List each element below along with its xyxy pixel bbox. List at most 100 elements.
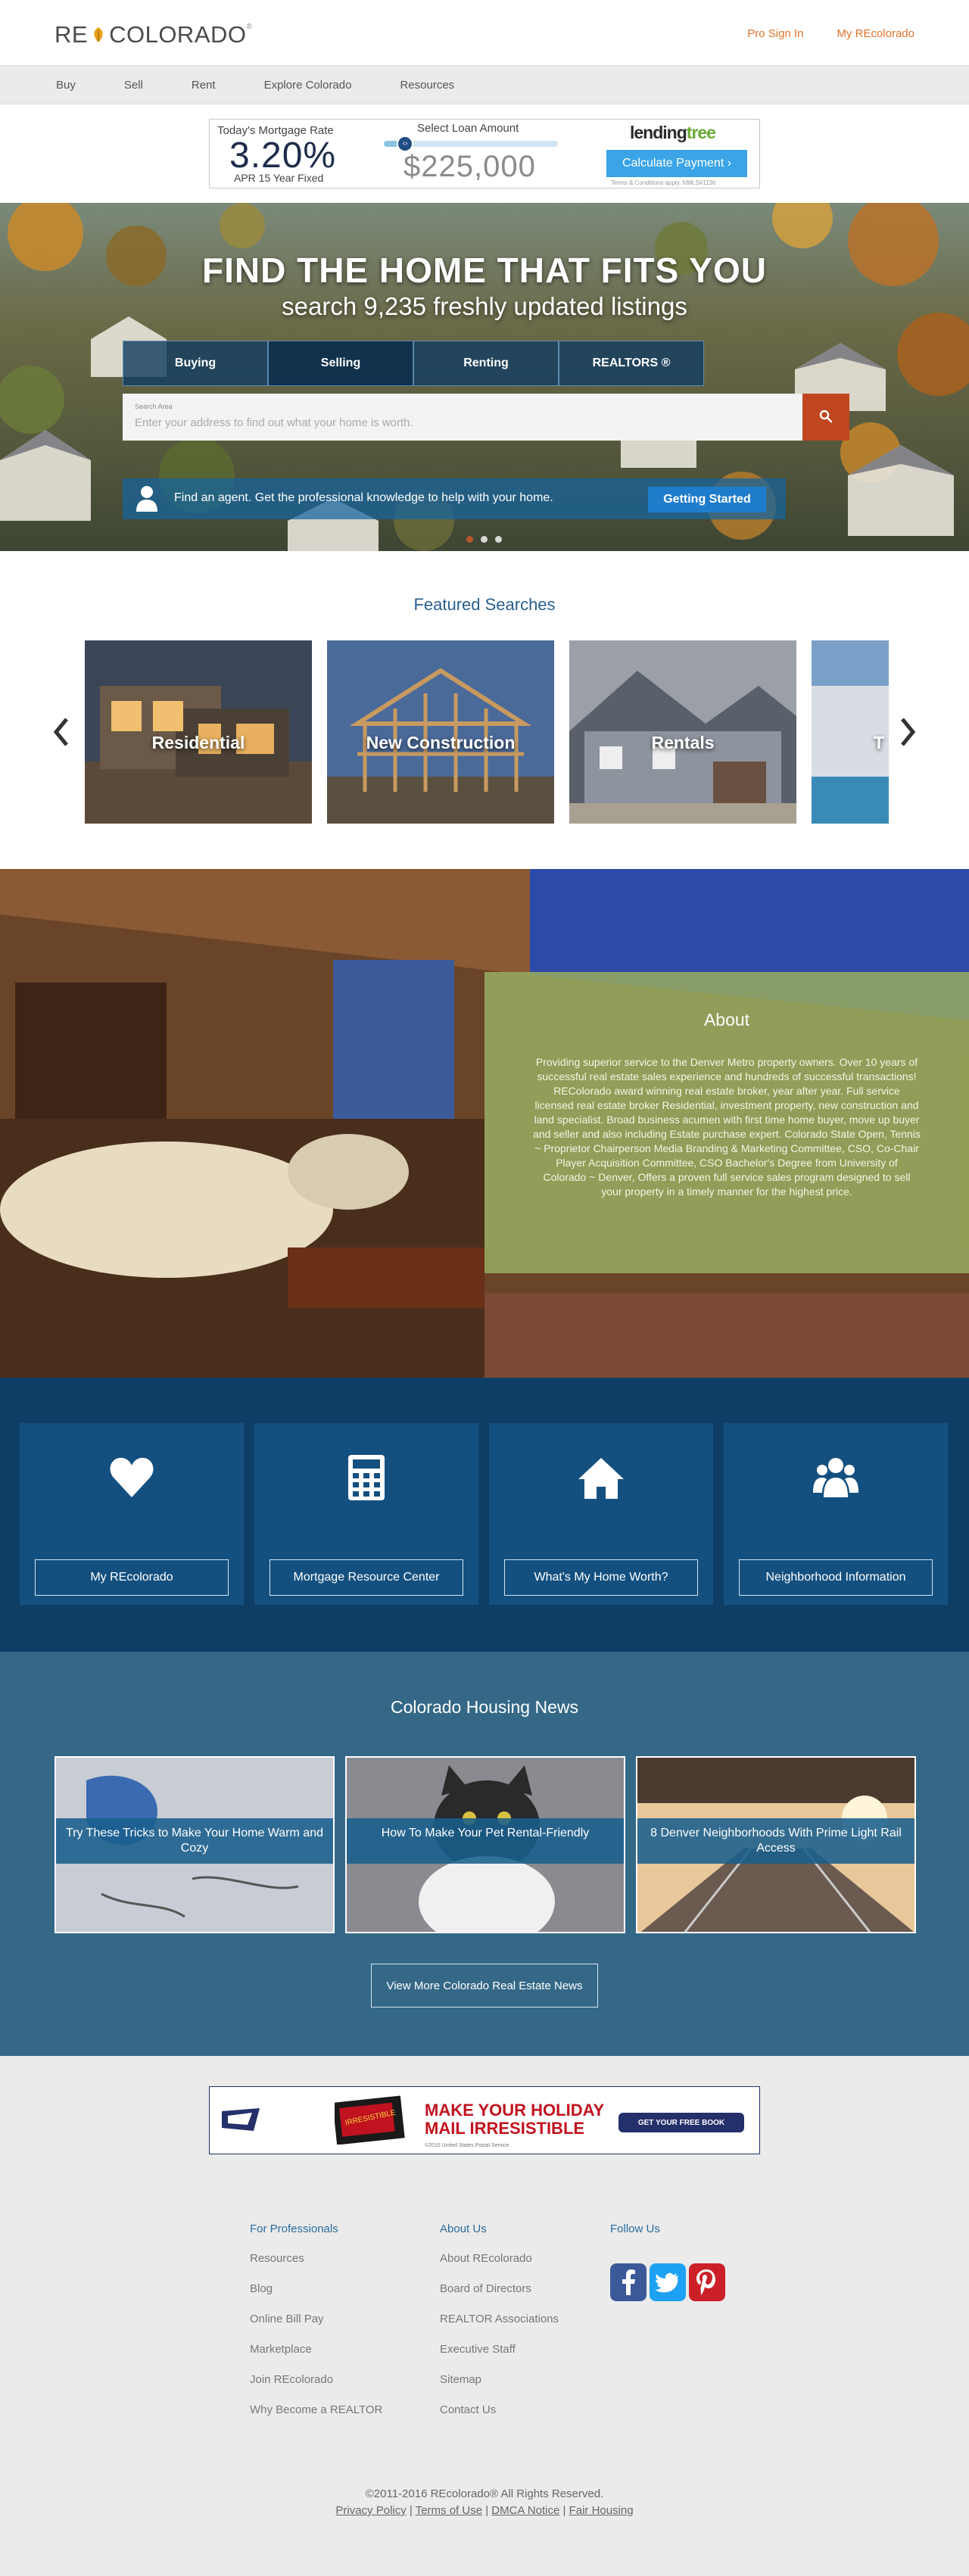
calculator-icon: [348, 1455, 385, 1500]
footer-link-resources[interactable]: Resources: [250, 2252, 382, 2282]
whats-my-home-worth-button[interactable]: What's My Home Worth?: [504, 1559, 698, 1596]
person-icon: [136, 486, 157, 512]
people-icon: [813, 1458, 858, 1497]
footer-link-become-realtor[interactable]: Why Become a REALTOR: [250, 2403, 382, 2434]
tab-selling[interactable]: Selling: [268, 341, 413, 386]
footer-link-join[interactable]: Join REcolorado: [250, 2373, 382, 2403]
quick-link-card-mortgage[interactable]: Mortgage Resource Center: [254, 1423, 478, 1605]
tab-renting[interactable]: Renting: [413, 341, 559, 386]
featured-card-label: Residential: [151, 733, 245, 752]
footer-heading-about[interactable]: About Us: [440, 2222, 559, 2235]
chevron-right-icon[interactable]: [896, 713, 919, 751]
about-section: About Providing superior service to the …: [0, 869, 969, 1378]
chevron-left-icon[interactable]: [50, 713, 73, 751]
quick-link-card-neighborhood[interactable]: Neighborhood Information: [724, 1423, 948, 1605]
search-input[interactable]: [135, 413, 786, 431]
footer-heading-professionals[interactable]: For Professionals: [250, 2222, 382, 2235]
news-card[interactable]: Try These Tricks to Make Your Home Warm …: [55, 1756, 335, 1933]
featured-searches-title: Featured Searches: [413, 595, 556, 614]
hero-title: FIND THE HOME THAT FITS YOU: [202, 251, 767, 290]
featured-card-partial[interactable]: T: [812, 640, 889, 824]
about-title: About: [703, 1010, 750, 1029]
featured-card-rentals[interactable]: Rentals: [569, 640, 796, 824]
hero-tabs: Buying Selling Renting REALTORS ®: [123, 341, 704, 386]
nav-item-buy[interactable]: Buy: [45, 79, 86, 92]
loan-amount-value: $225,000: [403, 150, 536, 183]
slide-dot[interactable]: [495, 536, 502, 543]
quick-links-section: My REcolorado Mortgage Resource Center W…: [0, 1378, 969, 1652]
footer-column-about: About Us About REcolorado Board of Direc…: [440, 2222, 559, 2434]
privacy-policy-link[interactable]: Privacy Policy: [335, 2504, 406, 2517]
my-recolorado-button[interactable]: My REcolorado: [35, 1559, 229, 1596]
slide-dot[interactable]: [481, 536, 488, 543]
mortgage-rate-ad[interactable]: Today's Mortgage Rate 3.20% APR 15 Year …: [209, 119, 760, 188]
fair-housing-link[interactable]: Fair Housing: [569, 2504, 634, 2517]
tab-realtors[interactable]: REALTORS ®: [559, 341, 704, 386]
pinterest-icon[interactable]: [689, 2263, 725, 2301]
nav-item-sell[interactable]: Sell: [114, 79, 154, 92]
search-button[interactable]: [802, 394, 849, 441]
featured-carousel: Residential New Construction Rentals T: [85, 640, 889, 824]
stamp-image: IRRESISTIBLE: [335, 2095, 405, 2145]
news-card[interactable]: How To Make Your Pet Rental-Friendly: [345, 1756, 625, 1933]
featured-card-residential[interactable]: Residential: [85, 640, 312, 824]
footer-link-executive-staff[interactable]: Executive Staff: [440, 2343, 559, 2373]
slide-dot[interactable]: [466, 536, 473, 543]
footer-link-sitemap[interactable]: Sitemap: [440, 2373, 559, 2403]
hero-subtitle: search 9,235 freshly updated listings: [282, 292, 687, 320]
housing-news-title: Colorado Housing News: [390, 1697, 578, 1717]
usps-eagle-logo: [222, 2108, 260, 2131]
footer-link-board[interactable]: Board of Directors: [440, 2282, 559, 2313]
twitter-icon[interactable]: [650, 2263, 686, 2301]
hero-section: FIND THE HOME THAT FITS YOU search 9,235…: [0, 203, 969, 551]
hero-search-box: Search Area: [123, 394, 802, 441]
mortgage-resource-center-button[interactable]: Mortgage Resource Center: [270, 1559, 463, 1596]
get-free-book-button[interactable]: GET YOUR FREE BOOK: [618, 2113, 744, 2132]
aspen-leaf-icon: [94, 27, 103, 42]
logo-text-colorado: COLORADO: [109, 21, 247, 48]
mortgage-terms[interactable]: Terms & Conditions apply. NMLS#1136: [611, 179, 715, 186]
logo-registered-mark: ®: [246, 23, 253, 31]
view-more-news-button[interactable]: View More Colorado Real Estate News: [371, 1964, 598, 2008]
hero-slide-dots: [466, 536, 502, 543]
new-construction-image: [327, 640, 554, 824]
getting-started-button[interactable]: Getting Started: [648, 487, 766, 512]
nav-item-explore-colorado[interactable]: Explore Colorado: [254, 79, 363, 92]
mortgage-rate-value: 3.20%: [229, 135, 337, 176]
footer-column-follow: Follow Us: [610, 2222, 660, 2252]
usps-ad-banner[interactable]: IRRESISTIBLE MAKE YOUR HOLIDAY MAIL IRRE…: [209, 2086, 760, 2154]
recolorado-logo[interactable]: RE COLORADO ®: [55, 21, 252, 48]
pro-sign-in-link[interactable]: Pro Sign In: [747, 27, 803, 40]
search-area-label: Search Area: [135, 403, 173, 410]
dmca-notice-link[interactable]: DMCA Notice: [491, 2504, 559, 2517]
social-links: [610, 2263, 725, 2301]
legal-links: Privacy Policy | Terms of Use | DMCA Not…: [335, 2504, 634, 2517]
news-card[interactable]: 8 Denver Neighborhoods With Prime Light …: [636, 1756, 916, 1933]
housing-news-section: Colorado Housing News Try These Tricks t…: [0, 1652, 969, 2056]
nav-item-resources[interactable]: Resources: [389, 79, 465, 92]
footer-link-online-bill-pay[interactable]: Online Bill Pay: [250, 2313, 382, 2343]
footer-link-realtor-associations[interactable]: REALTOR Associations: [440, 2313, 559, 2343]
neighborhood-information-button[interactable]: Neighborhood Information: [739, 1559, 933, 1596]
footer-link-blog[interactable]: Blog: [250, 2282, 382, 2313]
footer-link-marketplace[interactable]: Marketplace: [250, 2343, 382, 2373]
nav-item-rent[interactable]: Rent: [181, 79, 226, 92]
tab-buying[interactable]: Buying: [123, 341, 268, 386]
rentals-image: [569, 640, 796, 824]
news-caption: How To Make Your Pet Rental-Friendly: [347, 1818, 624, 1864]
loan-amount-slider[interactable]: ‹›: [384, 135, 558, 152]
my-recolorado-link[interactable]: My REcolorado: [837, 27, 914, 40]
heart-icon: [110, 1457, 154, 1497]
usps-fine-print: ©2015 United States Postal Service: [425, 2143, 509, 2148]
lendingtree-logo-right: tree: [686, 123, 716, 142]
featured-card-new-construction[interactable]: New Construction: [327, 640, 554, 824]
footer-link-contact-us[interactable]: Contact Us: [440, 2403, 559, 2434]
usps-headline-line2: MAIL IRRESISTIBLE: [425, 2119, 585, 2138]
calculate-payment-button[interactable]: Calculate Payment ›: [606, 150, 747, 177]
footer-link-about-recolorado[interactable]: About REcolorado: [440, 2252, 559, 2282]
quick-link-card-my-recolorado[interactable]: My REcolorado: [20, 1423, 244, 1605]
quick-link-card-home-worth[interactable]: What's My Home Worth?: [489, 1423, 713, 1605]
facebook-icon[interactable]: [610, 2263, 647, 2301]
terms-of-use-link[interactable]: Terms of Use: [416, 2504, 482, 2517]
site-footer: IRRESISTIBLE MAKE YOUR HOLIDAY MAIL IRRE…: [0, 2056, 969, 2576]
